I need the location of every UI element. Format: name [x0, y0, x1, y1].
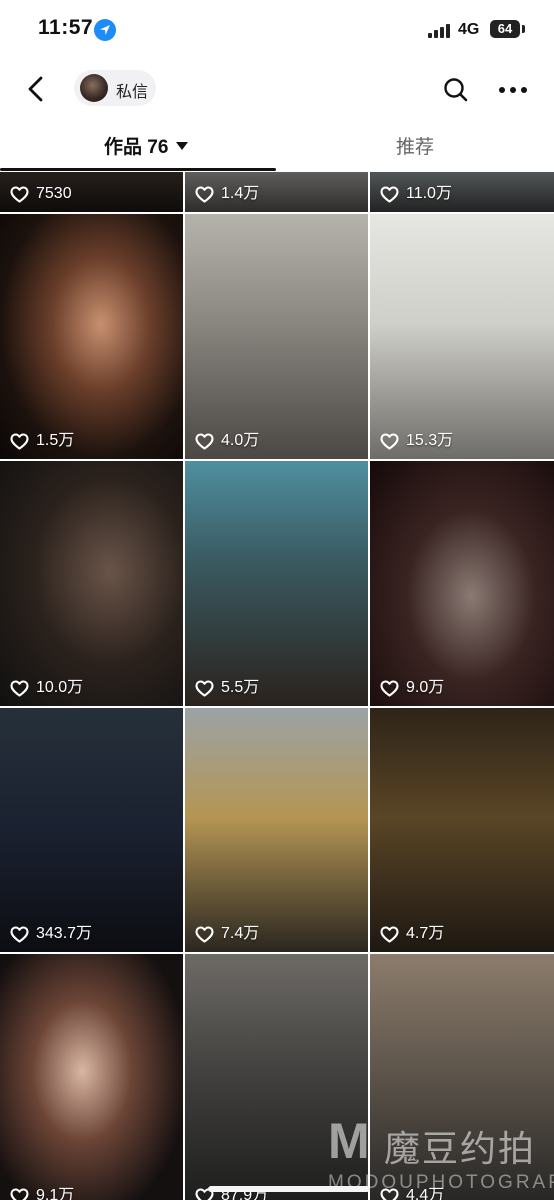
video-grid: 7530 1.4万 11.0万 1.5万 4.0万 15.3万 10.0万 5.5万 9.0万 3…	[0, 172, 554, 1200]
heart-icon	[195, 432, 214, 450]
active-tab-indicator	[0, 168, 276, 171]
heart-icon	[195, 185, 214, 203]
like-count-label: 5.5万	[221, 679, 260, 696]
tab-recommended[interactable]: 推荐	[396, 132, 434, 162]
like-count-label: 15.3万	[406, 432, 454, 449]
tab-works[interactable]: 作品 76	[104, 132, 189, 162]
network-type: 4G	[458, 21, 480, 38]
video-thumbnail[interactable]: 1.5万	[0, 214, 183, 459]
nav-bar: 私信	[0, 62, 554, 116]
like-count-label: 1.4万	[221, 185, 260, 202]
tab-recommended-label: 推荐	[396, 137, 435, 158]
back-button[interactable]	[22, 72, 54, 106]
heart-icon	[380, 925, 399, 943]
heart-icon	[380, 679, 399, 697]
search-button[interactable]	[442, 76, 470, 104]
like-count-label: 343.7万	[36, 925, 93, 942]
heart-icon	[10, 925, 29, 943]
battery-icon: 64	[490, 20, 520, 38]
video-thumbnail[interactable]: 87.9万	[185, 954, 368, 1200]
heart-icon	[195, 925, 214, 943]
like-count: 11.0万	[380, 185, 452, 203]
more-button[interactable]	[498, 76, 528, 104]
like-count-label: 7530	[36, 185, 72, 202]
tab-works-label: 作品 76	[104, 137, 169, 158]
video-thumbnail[interactable]: 4.0万	[185, 214, 368, 459]
heart-icon	[10, 1187, 29, 1200]
video-thumbnail[interactable]: 7530	[0, 172, 183, 212]
private-message-label: 私信	[116, 84, 149, 101]
like-count-label: 4.7万	[406, 925, 445, 942]
heart-icon	[10, 679, 29, 697]
home-indicator	[208, 1186, 370, 1192]
like-count-label: 7.4万	[221, 925, 260, 942]
like-count-label: 9.1万	[36, 1187, 75, 1200]
video-thumbnail[interactable]: 10.0万	[0, 461, 183, 706]
video-thumbnail[interactable]: 5.5万	[185, 461, 368, 706]
content-tabs: 作品 76 推荐	[0, 120, 554, 172]
heart-icon	[380, 1187, 399, 1200]
video-thumbnail[interactable]: 4.7万	[370, 708, 554, 952]
heart-icon	[195, 679, 214, 697]
cellular-signal-icon	[428, 24, 450, 38]
video-thumbnail[interactable]: 9.0万	[370, 461, 554, 706]
video-thumbnail[interactable]: 4.4万	[370, 954, 554, 1200]
like-count: 4.4万	[380, 1187, 444, 1200]
video-thumbnail[interactable]: 1.4万	[185, 172, 368, 212]
like-count: 343.7万	[10, 925, 92, 943]
battery-tip	[522, 25, 525, 33]
like-count: 7.4万	[195, 925, 259, 943]
video-thumbnail[interactable]: 15.3万	[370, 214, 554, 459]
chevron-left-icon	[28, 76, 43, 102]
like-count-label: 4.4万	[406, 1187, 445, 1200]
video-thumbnail[interactable]: 9.1万	[0, 954, 183, 1200]
like-count-label: 10.0万	[36, 679, 84, 696]
more-dots-icon	[499, 87, 527, 93]
avatar	[80, 74, 108, 102]
heart-icon	[10, 185, 29, 203]
private-message-button[interactable]: 私信	[74, 70, 156, 106]
like-count: 1.4万	[195, 185, 259, 203]
like-count-label: 11.0万	[406, 185, 452, 202]
like-count: 5.5万	[195, 679, 259, 697]
like-count-label: 1.5万	[36, 432, 75, 449]
search-icon	[444, 78, 468, 102]
like-count: 7530	[10, 185, 72, 203]
like-count: 9.0万	[380, 679, 444, 697]
like-count: 10.0万	[10, 679, 83, 697]
like-count: 4.0万	[195, 432, 259, 450]
heart-icon	[380, 432, 399, 450]
video-thumbnail[interactable]: 343.7万	[0, 708, 183, 952]
like-count: 1.5万	[10, 432, 74, 450]
like-count: 4.7万	[380, 925, 444, 943]
like-count: 15.3万	[380, 432, 453, 450]
heart-icon	[380, 185, 399, 203]
status-time: 11:57	[38, 16, 94, 39]
video-thumbnail[interactable]: 7.4万	[185, 708, 368, 952]
status-bar: 11:57 4G 64	[0, 0, 554, 60]
location-arrow-icon	[94, 19, 116, 41]
like-count: 9.1万	[10, 1187, 74, 1200]
video-thumbnail[interactable]: 11.0万	[370, 172, 554, 212]
like-count-label: 9.0万	[406, 679, 445, 696]
heart-icon	[10, 432, 29, 450]
like-count-label: 4.0万	[221, 432, 260, 449]
caret-down-icon	[176, 142, 189, 150]
